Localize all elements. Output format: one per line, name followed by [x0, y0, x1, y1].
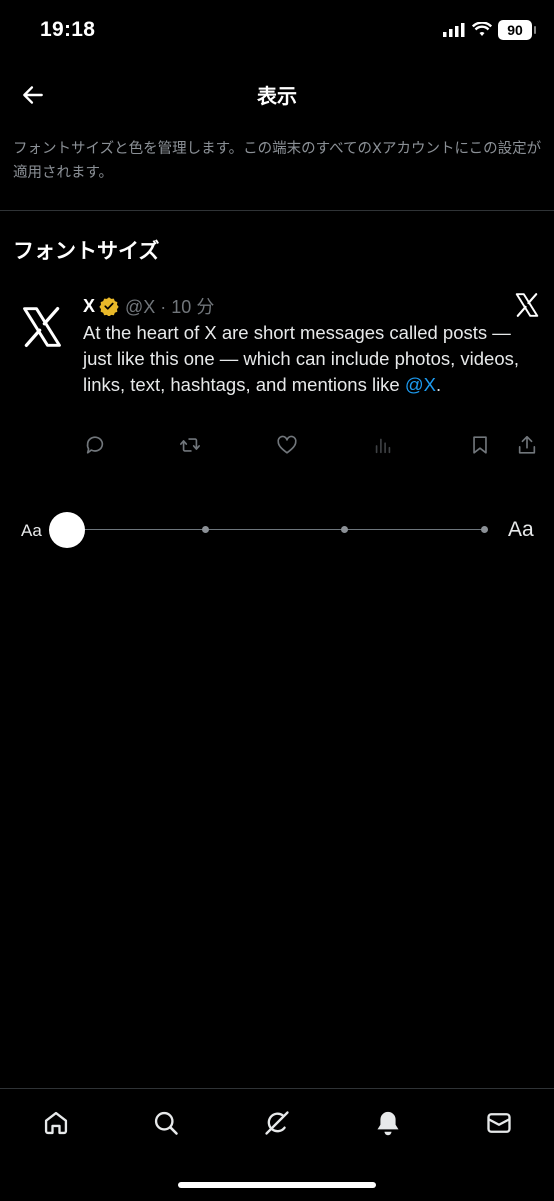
slider-stop[interactable] [341, 526, 348, 533]
slider-stop[interactable] [481, 526, 488, 533]
mention-link[interactable]: @X [405, 374, 436, 395]
x-logo-icon [23, 307, 61, 347]
font-size-slider-thumb[interactable] [49, 512, 85, 548]
views-chart-icon [375, 438, 391, 454]
post-actions [80, 432, 546, 458]
reply-icon [86, 436, 104, 454]
heart-icon [277, 435, 297, 454]
verified-badge-icon [99, 297, 119, 316]
post-author-name: X [83, 295, 96, 316]
page-title: 表示 [257, 84, 297, 108]
like-button[interactable] [274, 432, 300, 458]
post-header: X @X · 10 分 [83, 293, 214, 319]
mail-icon [487, 1113, 511, 1133]
share-icon [518, 435, 536, 454]
status-time: 19:18 [40, 18, 96, 41]
post-x-logo [514, 292, 540, 318]
wifi-icon [472, 22, 492, 36]
views-button[interactable] [370, 432, 396, 458]
post-text: At the heart of X are short messages cal… [83, 322, 520, 395]
battery-level: 90 [507, 22, 523, 38]
bell-icon [377, 1111, 399, 1136]
reply-button[interactable] [82, 432, 108, 458]
search-icon [154, 1111, 178, 1135]
font-size-small-label: Aa [21, 521, 42, 540]
repost-button[interactable] [177, 432, 203, 458]
nav-grok[interactable] [262, 1108, 292, 1138]
nav-notifications[interactable] [373, 1108, 403, 1138]
repost-icon [180, 438, 200, 452]
status-icons: 90 [442, 20, 536, 40]
page-description: フォントサイズと色を管理します。この端末のすべてのXアカウントにこの設定が適用さ… [13, 141, 542, 181]
post-body: At the heart of X are short messages cal… [83, 320, 543, 398]
bookmark-icon [473, 436, 487, 454]
slider-stop[interactable] [202, 526, 209, 533]
post-handle-time: @X · 10 分 [125, 297, 215, 317]
nav-messages[interactable] [484, 1108, 514, 1138]
share-button[interactable] [514, 432, 540, 458]
bookmark-button[interactable] [467, 432, 493, 458]
grok-icon [265, 1111, 289, 1135]
home-icon [44, 1111, 68, 1135]
signal-icon [443, 23, 465, 37]
nav-search[interactable] [151, 1108, 181, 1138]
x-logo-icon [515, 293, 539, 317]
font-size-large-label: Aa [508, 518, 534, 541]
divider [0, 210, 554, 211]
post-avatar [20, 305, 64, 349]
font-size-slider-track[interactable] [67, 529, 485, 530]
post-text-end: . [436, 374, 442, 395]
home-indicator[interactable] [178, 1182, 376, 1188]
section-title-font-size: フォントサイズ [13, 239, 160, 263]
nav-home[interactable] [41, 1108, 71, 1138]
battery-indicator: 90 [498, 20, 536, 40]
